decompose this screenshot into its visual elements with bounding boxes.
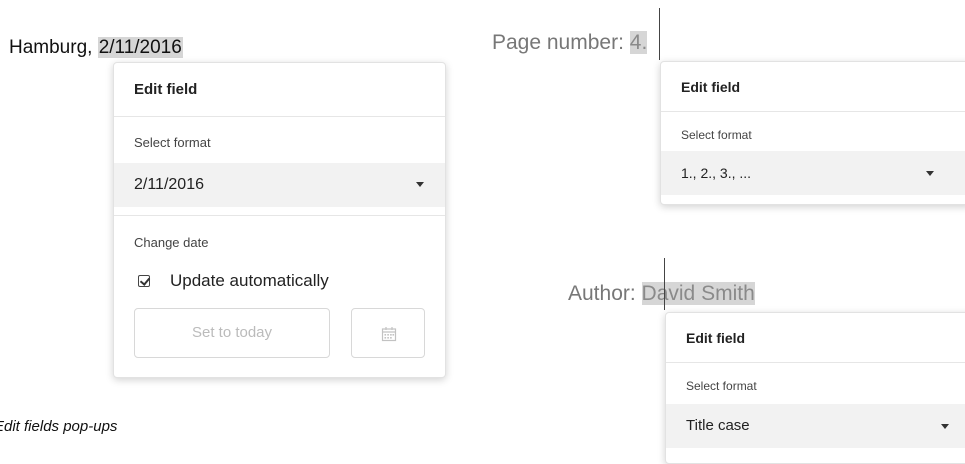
- text-cursor: [664, 258, 665, 310]
- chevron-down-icon: [941, 424, 949, 429]
- checkbox-checked-icon[interactable]: [138, 275, 150, 287]
- page-number-edit-popup: Edit field Select format 1., 2., 3., ...: [660, 61, 965, 205]
- select-format-label: Select format: [686, 379, 757, 393]
- page-number-prefix: Page number:: [492, 31, 630, 54]
- set-to-today-button[interactable]: Set to today: [134, 308, 330, 358]
- page-number-format-value: 1., 2., 3., ...: [681, 165, 752, 181]
- date-field[interactable]: 2/11/2016: [97, 37, 183, 58]
- change-date-label: Change date: [134, 235, 209, 250]
- date-prefix: Hamburg,: [9, 37, 98, 58]
- author-field[interactable]: David Smith: [641, 282, 755, 305]
- date-line: Hamburg, 2/11/2016: [9, 37, 183, 59]
- popup-title: Edit field: [661, 62, 965, 112]
- select-format-label: Select format: [681, 128, 752, 142]
- calendar-button[interactable]: [351, 308, 425, 358]
- author-edit-popup: Edit field Select format Title case: [665, 312, 965, 464]
- popup-title: Edit field: [666, 313, 965, 363]
- author-line: Author: David Smith: [568, 282, 755, 306]
- author-prefix: Author:: [568, 282, 642, 305]
- chevron-down-icon: [926, 171, 934, 176]
- calendar-icon: [381, 327, 397, 342]
- page-number-field[interactable]: 4.: [629, 31, 648, 54]
- page-number-format-select[interactable]: 1., 2., 3., ...: [661, 151, 965, 195]
- figure-caption: Edit fields pop-ups: [0, 418, 118, 435]
- popup-title: Edit field: [114, 63, 445, 117]
- page-number-line: Page number: 4.: [492, 31, 648, 55]
- text-cursor: [659, 8, 660, 60]
- checkbox-label: Update automatically: [170, 271, 329, 290]
- date-edit-popup: Edit field Select format 2/11/2016 Chang…: [113, 62, 446, 378]
- author-format-value: Title case: [686, 417, 750, 434]
- chevron-down-icon: [416, 182, 424, 187]
- author-format-select[interactable]: Title case: [666, 404, 965, 448]
- select-format-label: Select format: [134, 135, 211, 150]
- date-format-select[interactable]: 2/11/2016: [114, 163, 445, 207]
- date-format-value: 2/11/2016: [134, 176, 204, 193]
- divider: [114, 215, 445, 216]
